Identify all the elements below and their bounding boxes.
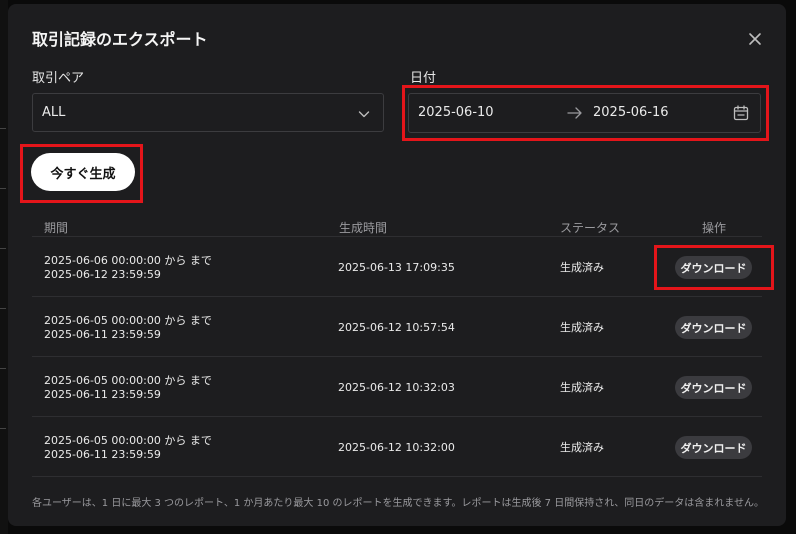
row-divider xyxy=(32,416,762,417)
chevron-down-icon xyxy=(358,111,370,118)
period-end: 2025-06-11 23:59:59 xyxy=(44,388,161,401)
download-button[interactable]: ダウンロード xyxy=(675,316,752,339)
column-header-action: 操作 xyxy=(701,221,726,235)
period-start: 2025-06-05 00:00:00 から まで xyxy=(44,374,212,387)
status-text: 生成済み xyxy=(560,321,604,334)
period-start: 2025-06-05 00:00:00 から まで xyxy=(44,314,212,327)
dialog-title: 取引記録のエクスポート xyxy=(32,30,208,49)
end-date-input[interactable]: 2025-06-16 xyxy=(593,105,669,120)
period-end: 2025-06-11 23:59:59 xyxy=(44,448,161,461)
background-mark xyxy=(0,368,6,369)
export-dialog: 取引記録のエクスポート 取引ペア ALL 日付 2025-06-10 2025-… xyxy=(8,4,786,526)
close-button[interactable] xyxy=(744,28,766,50)
start-date-input[interactable]: 2025-06-10 xyxy=(418,105,494,120)
created-time: 2025-06-12 10:32:00 xyxy=(338,441,455,454)
calendar-icon[interactable] xyxy=(732,104,750,122)
date-range-picker[interactable]: 2025-06-10 2025-06-16 xyxy=(408,93,761,133)
status-text: 生成済み xyxy=(560,261,604,274)
background-mark xyxy=(0,188,6,189)
download-button[interactable]: ダウンロード xyxy=(675,256,752,279)
date-label: 日付 xyxy=(410,71,437,86)
row-divider xyxy=(32,356,762,357)
background-page-edge xyxy=(0,0,8,534)
footnote: 各ユーザーは、1 日に最大 3 つのレポート、1 か月あたり最大 10 のレポー… xyxy=(32,498,765,509)
generate-now-button[interactable]: 今すぐ生成 xyxy=(31,153,135,191)
background-mark xyxy=(0,428,6,429)
status-text: 生成済み xyxy=(560,381,604,394)
created-time: 2025-06-13 17:09:35 xyxy=(338,261,455,274)
download-button[interactable]: ダウンロード xyxy=(675,436,752,459)
row-divider xyxy=(32,236,762,237)
period-end: 2025-06-12 23:59:59 xyxy=(44,268,161,281)
period-end: 2025-06-11 23:59:59 xyxy=(44,328,161,341)
column-header-created: 生成時間 xyxy=(339,221,388,235)
period-start: 2025-06-05 00:00:00 から まで xyxy=(44,434,212,447)
row-divider xyxy=(32,296,762,297)
background-mark xyxy=(0,128,6,129)
created-time: 2025-06-12 10:32:03 xyxy=(338,381,455,394)
background-mark xyxy=(0,248,6,249)
created-time: 2025-06-12 10:57:54 xyxy=(338,321,455,334)
row-divider xyxy=(32,476,762,477)
arrow-right-icon xyxy=(567,107,582,119)
column-header-status: ステータス xyxy=(560,221,621,235)
period-start: 2025-06-06 00:00:00 から まで xyxy=(44,254,212,267)
pair-select[interactable]: ALL xyxy=(32,93,384,132)
column-header-period: 期間 xyxy=(44,221,69,235)
status-text: 生成済み xyxy=(560,441,604,454)
pair-select-value: ALL xyxy=(42,105,66,120)
pair-label: 取引ペア xyxy=(32,71,85,86)
download-button[interactable]: ダウンロード xyxy=(675,376,752,399)
close-icon xyxy=(749,33,761,45)
background-mark xyxy=(0,308,6,309)
